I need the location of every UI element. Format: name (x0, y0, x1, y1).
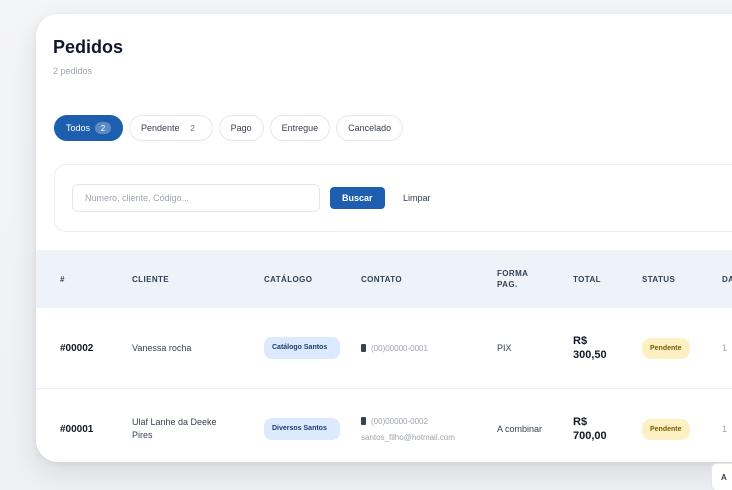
status-badge: Pendente (642, 337, 690, 359)
tab-label: Pendente (141, 123, 180, 133)
status-cell: Pendente (642, 308, 690, 388)
tab-label: Entregue (281, 123, 319, 133)
customer-name: Ulaf Lanhe da Deeke Pires (132, 417, 217, 440)
search-input[interactable] (72, 184, 320, 212)
column-header-forma-pag[interactable]: FORMA PAG. (497, 250, 541, 308)
column-header-catalogo[interactable]: CATÁLOGO (264, 250, 312, 308)
status-badge: Pendente (642, 418, 690, 440)
clear-button[interactable]: Limpar (399, 187, 435, 209)
orders-card: Pedidos 2 pedidos Todos 2 Pendente 2 Pag… (36, 14, 732, 462)
payment-method: PIX (497, 342, 512, 353)
catalog-chip: Catálogo Santos (264, 337, 340, 359)
tab-cancelado[interactable]: Cancelado (336, 115, 404, 141)
status-cell: Pendente (642, 389, 690, 462)
column-header-contato[interactable]: CONTATO (361, 250, 402, 308)
order-total: R$ 700,00 (573, 416, 607, 442)
catalog-cell: Diversos Santos (264, 389, 340, 462)
catalog-chip: Diversos Santos (264, 418, 340, 440)
tab-label: Todos (66, 123, 91, 133)
page-background: Pedidos 2 pedidos Todos 2 Pendente 2 Pag… (0, 0, 732, 490)
table-row[interactable]: #00001 Ulaf Lanhe da Deeke Pires Diverso… (36, 389, 732, 462)
tab-count-badge: 2 (95, 122, 112, 134)
column-header-cliente[interactable]: CLIENTE (132, 250, 169, 308)
tab-todos[interactable]: Todos 2 (54, 115, 124, 141)
customer-name: Vanessa rocha (132, 342, 192, 353)
contact-cell: (00)00000-0002 santos_filho@hotmail.com (361, 389, 455, 462)
orders-table: # CLIENTE CATÁLOGO CONTATO FORMA PAG. TO… (36, 250, 732, 462)
phone-icon (361, 344, 366, 352)
contact-phone: (00)00000-0001 (371, 343, 428, 353)
tab-label: Cancelado (348, 123, 392, 133)
contact-email[interactable]: santos_filho@hotmail.com (361, 431, 455, 444)
next-cell: 1 (722, 423, 728, 434)
column-header-total[interactable]: TOTAL (573, 250, 601, 308)
payment-method: A combinar (497, 423, 543, 434)
status-tabs: Todos 2 Pendente 2 Pago Entregue Cancela… (54, 115, 404, 141)
phone-icon (361, 417, 366, 425)
tab-label: Pago (230, 123, 252, 133)
tab-entregue[interactable]: Entregue (269, 115, 331, 141)
order-id[interactable]: #00001 (60, 389, 93, 462)
catalog-cell: Catálogo Santos (264, 308, 340, 388)
tab-pago[interactable]: Pago (218, 115, 264, 141)
page-subtitle: 2 pedidos (53, 66, 93, 76)
page-title: Pedidos (53, 37, 124, 57)
filter-panel: Buscar Limpar (54, 164, 732, 232)
column-header-next[interactable]: DA (722, 250, 732, 308)
tab-count-badge: 2 (190, 123, 195, 133)
order-id[interactable]: #00002 (60, 308, 93, 388)
contact-cell: (00)00000-0001 (361, 308, 428, 388)
table-header: # CLIENTE CATÁLOGO CONTATO FORMA PAG. TO… (36, 250, 732, 308)
pagination-button[interactable]: A (711, 463, 732, 490)
contact-phone: (00)00000-0002 (371, 416, 428, 426)
order-total: R$ 300,50 (573, 335, 607, 361)
column-header-status[interactable]: STATUS (642, 250, 675, 308)
table-row[interactable]: #00002 Vanessa rocha Catálogo Santos (00… (36, 308, 732, 389)
next-cell: 1 (722, 342, 728, 353)
search-button[interactable]: Buscar (330, 187, 385, 209)
column-header-id[interactable]: # (60, 250, 65, 308)
tab-pendente[interactable]: Pendente 2 (129, 115, 213, 141)
